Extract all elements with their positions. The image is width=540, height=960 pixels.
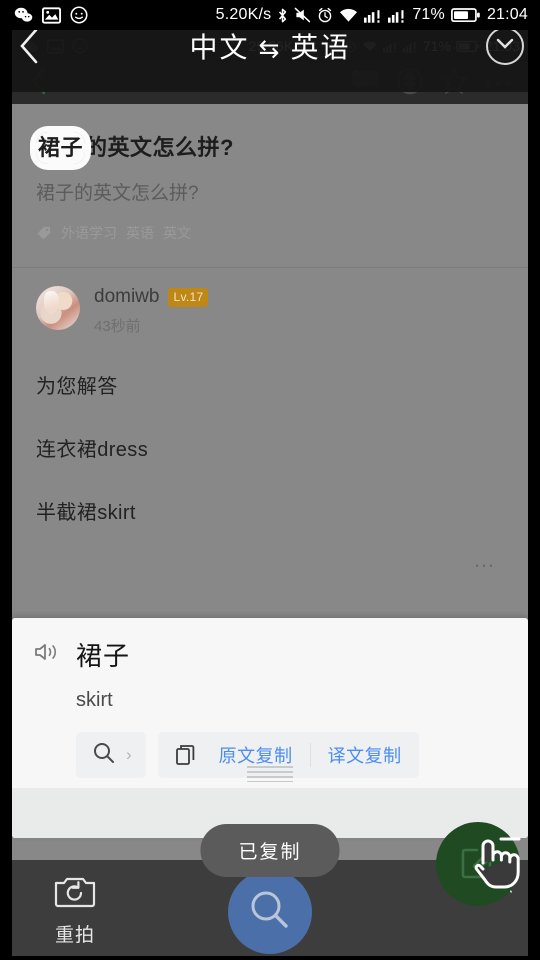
- source-text: 裙子: [76, 641, 131, 671]
- wifi-icon: [339, 8, 358, 23]
- question-title-highlight: 裙子: [36, 132, 86, 164]
- author-name[interactable]: domiwb: [94, 286, 159, 308]
- navigation-hint-bar: [12, 956, 528, 960]
- screen-edge-left: [0, 0, 12, 960]
- tag-item[interactable]: 英文: [163, 223, 191, 243]
- retake-label: 重拍: [54, 924, 95, 946]
- target-language[interactable]: 英语: [290, 32, 350, 63]
- answer-line: 半截裙skirt: [36, 502, 136, 524]
- answer-line: 为您解答: [36, 376, 118, 398]
- mute-icon: [294, 7, 311, 23]
- battery-percent: 71%: [412, 6, 445, 23]
- tag-icon: [36, 225, 52, 241]
- question-subtitle: 裙子的英文怎么拼?: [36, 183, 199, 204]
- level-badge: Lv.17: [168, 287, 209, 307]
- hand-pointer-icon: [468, 833, 522, 900]
- toast-message: 已复制: [200, 824, 340, 877]
- camera-retake-icon: [54, 874, 96, 913]
- chevron-right-icon: ›: [126, 745, 132, 764]
- translation-result-card: 裙子 skirt › 原文复制 译文复制: [12, 618, 528, 838]
- retake-button[interactable]: 重拍: [20, 874, 130, 947]
- gallery-icon: [42, 6, 61, 24]
- tag-item[interactable]: 英语: [126, 223, 154, 243]
- question-title-rest: 的英文怎么拼?: [85, 135, 234, 160]
- tag-item[interactable]: 外语学习: [61, 223, 117, 243]
- question-title: 裙子的英文怎么拼?: [12, 104, 528, 164]
- search-fab[interactable]: [228, 870, 312, 954]
- clock-time: 21:04: [486, 6, 528, 23]
- chat-bubble-icon: [70, 6, 88, 24]
- answer-line: 连衣裙dress: [36, 439, 149, 461]
- answer-timestamp: 43秒前: [94, 318, 141, 335]
- net-speed: 5.20K/s: [215, 6, 272, 23]
- signal-2-icon: [388, 8, 406, 23]
- answer-author: domiwb Lv.17 43秒前: [12, 268, 528, 336]
- drag-handle[interactable]: [247, 766, 293, 782]
- bluetooth-icon: [277, 7, 288, 24]
- collapse-button[interactable]: [486, 27, 524, 65]
- alarm-icon: [317, 7, 333, 23]
- battery-icon: [451, 7, 481, 23]
- search-icon: [92, 741, 116, 770]
- question-tags: 外语学习 英语 英文: [12, 205, 528, 243]
- copy-icon[interactable]: [174, 743, 202, 767]
- copy-translation-button[interactable]: 译文复制: [311, 732, 419, 778]
- signal-1-icon: [364, 8, 382, 23]
- speaker-icon[interactable]: [34, 641, 60, 668]
- avatar[interactable]: [36, 286, 80, 330]
- search-icon: [247, 887, 293, 938]
- language-pair-title: 中文 ⇆ 英语: [0, 26, 540, 66]
- translated-text: skirt: [76, 689, 113, 711]
- screen-edge-right: [528, 0, 540, 960]
- chevron-down-icon: [496, 37, 514, 55]
- phone-screen: 25.56K/s 71%: [0, 0, 540, 960]
- search-button[interactable]: ›: [76, 732, 146, 778]
- wechat-icon: [14, 6, 33, 24]
- answer-body: 为您解答 连衣裙dress 半截裙skirt: [12, 370, 528, 525]
- ellipsis-icon[interactable]: …: [12, 525, 528, 573]
- source-language[interactable]: 中文: [190, 32, 250, 63]
- system-status-bar: 5.20K/s 71% 21:04: [0, 0, 540, 30]
- swap-languages-icon[interactable]: ⇆: [259, 34, 282, 64]
